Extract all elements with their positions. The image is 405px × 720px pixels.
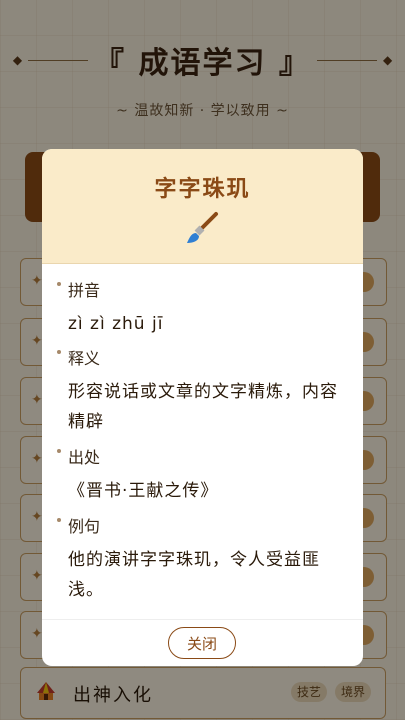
example-text: 他的演讲字字珠玑，令人受益匪浅。 <box>68 550 320 600</box>
section-label: 释义 <box>68 349 101 368</box>
section-label: 例句 <box>68 517 101 536</box>
pinyin-section: 拼音 zì zì zhū jī <box>56 279 351 339</box>
paintbrush-icon <box>42 209 363 253</box>
bullet-icon <box>57 518 61 522</box>
bullet-icon <box>57 350 61 354</box>
dialog-header: 字字珠玑 <box>42 149 363 264</box>
dialog-footer: 关闭 <box>42 619 363 666</box>
idiom-detail-dialog: 字字珠玑 拼音 zì zì zhū jī 释义 形容说话或文章的文字精炼，内容精… <box>42 149 363 666</box>
definition-section: 释义 形容说话或文章的文字精炼，内容精辟 <box>56 347 351 437</box>
bullet-icon <box>57 449 61 453</box>
bullet-icon <box>57 282 61 286</box>
example-section: 例句 他的演讲字字珠玑，令人受益匪浅。 <box>56 515 351 605</box>
source-text: 《晋书·王献之传》 <box>68 481 219 501</box>
section-label: 拼音 <box>68 281 101 300</box>
section-label: 出处 <box>68 448 101 467</box>
close-button[interactable]: 关闭 <box>168 627 236 659</box>
dialog-title: 字字珠玑 <box>154 177 251 202</box>
app-background: ◆ 『 成语学习 』 ◆ ~ 温故知新 · 学以致用 ~ ✦ ✦ ✦ ✦ ✦ ✦… <box>0 0 405 720</box>
definition-text: 形容说话或文章的文字精炼，内容精辟 <box>68 382 338 432</box>
pinyin-text: zì zì zhū jī <box>68 314 164 334</box>
source-section: 出处 《晋书·王献之传》 <box>56 446 351 506</box>
